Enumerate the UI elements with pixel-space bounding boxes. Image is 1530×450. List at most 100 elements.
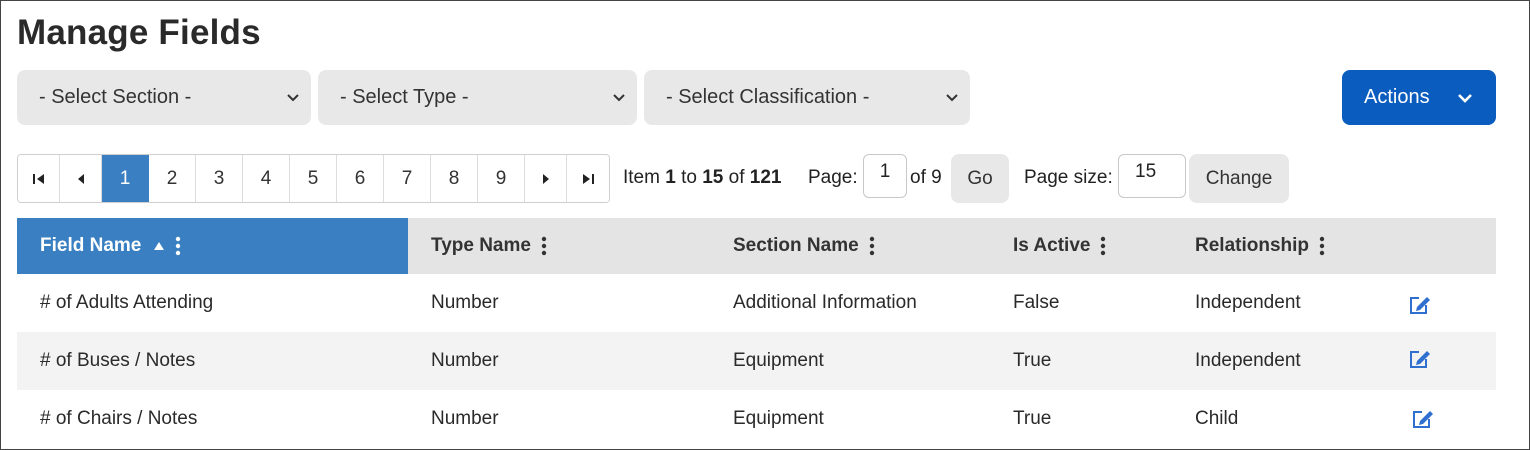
of-pages-label: of 9 <box>910 167 942 188</box>
last-page-icon <box>583 173 594 184</box>
kebab-menu-icon[interactable] <box>175 236 181 256</box>
cell-field-name: # of Adults Attending <box>40 292 214 313</box>
table-row: # of Buses / Notes Number Equipment True… <box>17 332 1496 390</box>
cell-edit <box>1402 274 1496 332</box>
kebab-menu-icon[interactable] <box>541 236 547 256</box>
prev-page-button[interactable] <box>60 155 102 202</box>
page-8-button[interactable]: 8 <box>431 155 478 202</box>
cell-type-name: Number <box>431 350 499 371</box>
page-number: 9 <box>495 167 507 189</box>
page-number: 5 <box>307 167 319 189</box>
column-header-label: Field Name <box>40 235 142 256</box>
type-select-value: - Select Type - <box>340 86 469 108</box>
page-number: 6 <box>354 167 366 189</box>
page-number: 3 <box>213 167 225 189</box>
column-header-label: Section Name <box>733 235 859 256</box>
item-to: 15 <box>702 167 724 188</box>
section-select-value: - Select Section - <box>39 86 192 108</box>
page-size-input[interactable] <box>1118 154 1186 198</box>
type-select[interactable]: - Select Type - <box>318 70 637 125</box>
cell-section-name: Additional Information <box>733 292 917 313</box>
column-header-field-name[interactable]: Field Name <box>17 218 408 274</box>
edit-icon[interactable] <box>1408 294 1432 316</box>
cell-type-name: Number <box>431 292 499 313</box>
edit-icon[interactable] <box>1408 348 1432 370</box>
kebab-menu-icon[interactable] <box>869 236 875 256</box>
page-title: Manage Fields <box>17 13 261 52</box>
edit-icon[interactable] <box>1411 408 1435 430</box>
change-button[interactable]: Change <box>1189 154 1289 203</box>
first-page-button[interactable] <box>18 155 60 202</box>
next-page-button[interactable] <box>525 155 567 202</box>
cell-relationship: Child <box>1195 408 1239 429</box>
classification-select[interactable]: - Select Classification - <box>644 70 970 125</box>
page-number: 1 <box>119 167 131 189</box>
actions-button[interactable]: Actions <box>1342 70 1496 125</box>
table-row: # of Chairs / Notes Number Equipment Tru… <box>17 390 1496 448</box>
item-total: 121 <box>749 167 782 188</box>
column-header-actions <box>1402 218 1496 274</box>
cell-field-name: # of Buses / Notes <box>40 350 196 371</box>
cell-type-name: Number <box>431 408 499 429</box>
sort-ascending-icon <box>154 242 165 250</box>
chevron-down-icon <box>287 94 299 102</box>
cell-is-active: False <box>1013 292 1060 313</box>
column-header-relationship[interactable]: Relationship <box>1172 218 1402 274</box>
page-3-button[interactable]: 3 <box>196 155 243 202</box>
chevron-down-icon <box>1458 94 1472 103</box>
last-page-button[interactable] <box>567 155 609 202</box>
cell-section-name: Equipment <box>733 408 824 429</box>
cell-field-name: # of Chairs / Notes <box>40 408 198 429</box>
page-number-input[interactable] <box>863 154 907 198</box>
cell-edit <box>1402 390 1496 448</box>
chevron-down-icon <box>613 94 625 102</box>
page-4-button[interactable]: 4 <box>243 155 290 202</box>
page-6-button[interactable]: 6 <box>337 155 384 202</box>
page-7-button[interactable]: 7 <box>384 155 431 202</box>
chevron-down-icon <box>946 94 958 102</box>
fields-table: Field Name Type Name Section Name Is Act… <box>17 218 1496 448</box>
go-label: Go <box>967 167 993 189</box>
to-label: to <box>681 167 697 188</box>
actions-label: Actions <box>1364 86 1430 108</box>
app-window: Manage Fields - Select Section - - Selec… <box>0 0 1530 450</box>
page-label: Page: <box>808 167 858 188</box>
column-header-label: Is Active <box>1013 235 1091 256</box>
page-2-button[interactable]: 2 <box>149 155 196 202</box>
column-header-label: Relationship <box>1195 235 1310 256</box>
column-header-is-active[interactable]: Is Active <box>990 218 1172 274</box>
cell-relationship: Independent <box>1195 292 1301 313</box>
next-page-icon <box>542 173 549 184</box>
page-number: 4 <box>260 167 272 189</box>
go-button[interactable]: Go <box>951 154 1009 203</box>
table-header: Field Name Type Name Section Name Is Act… <box>17 218 1496 274</box>
page-size-label: Page size: <box>1024 167 1113 188</box>
page-5-button[interactable]: 5 <box>290 155 337 202</box>
section-select[interactable]: - Select Section - <box>17 70 311 125</box>
change-label: Change <box>1205 167 1273 189</box>
cell-section-name: Equipment <box>733 350 824 371</box>
page-number: 7 <box>401 167 413 189</box>
cell-edit <box>1402 332 1496 390</box>
kebab-menu-icon[interactable] <box>1319 236 1325 256</box>
kebab-menu-icon[interactable] <box>1100 236 1106 256</box>
table-row: # of Adults Attending Number Additional … <box>17 274 1496 332</box>
cell-relationship: Independent <box>1195 350 1301 371</box>
of-label: of <box>728 167 745 188</box>
cell-is-active: True <box>1013 350 1052 371</box>
page-number: 2 <box>166 167 178 189</box>
first-page-icon <box>32 173 44 184</box>
column-header-label: Type Name <box>431 235 531 256</box>
classification-select-value: - Select Classification - <box>666 86 870 108</box>
column-header-section-name[interactable]: Section Name <box>710 218 990 274</box>
cell-is-active: True <box>1013 408 1052 429</box>
page-9-button[interactable]: 9 <box>478 155 525 202</box>
pagination: 1 2 3 4 5 6 7 8 9 <box>17 154 610 203</box>
page-number: 8 <box>448 167 460 189</box>
item-label: Item <box>623 167 660 188</box>
page-1-button[interactable]: 1 <box>102 155 149 202</box>
item-range-info: Item 1 to 15 of 121 <box>623 167 782 189</box>
prev-page-icon <box>77 173 84 184</box>
item-from: 1 <box>665 167 676 188</box>
column-header-type-name[interactable]: Type Name <box>408 218 710 274</box>
